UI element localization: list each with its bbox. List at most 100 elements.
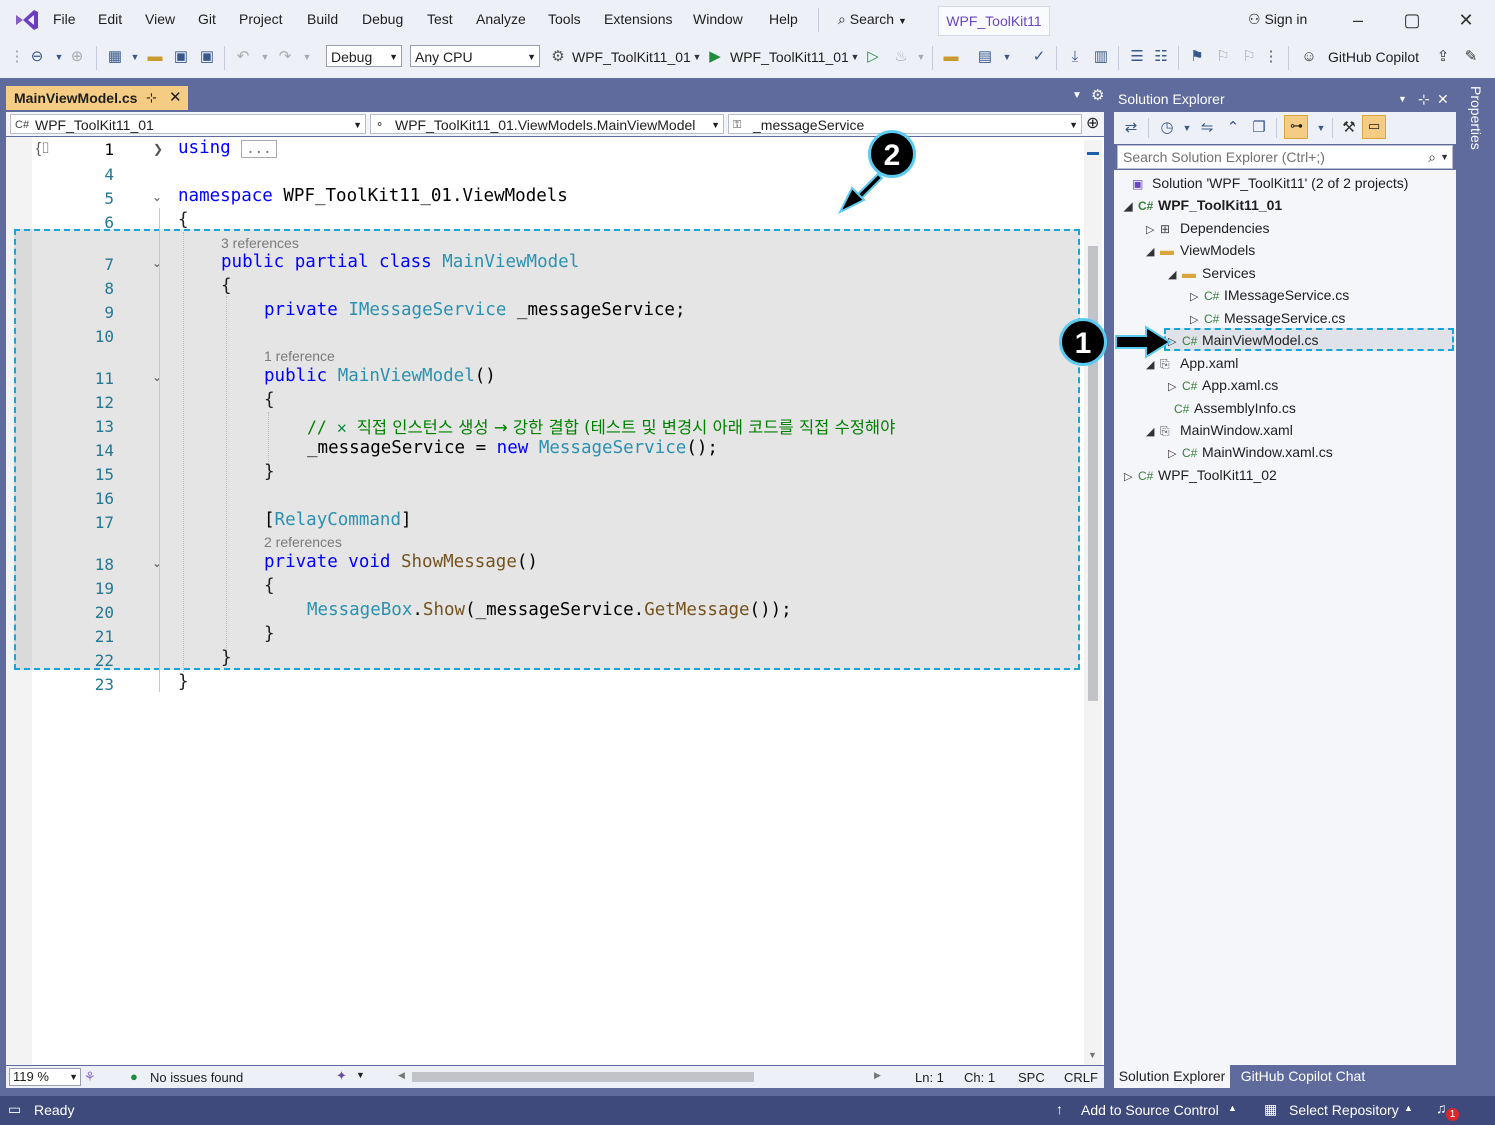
tree-node-assemblyinfo[interactable]: C# AssemblyInfo.cs [1160,400,1296,416]
switch-views-icon[interactable]: ⇄ [1122,119,1140,137]
tree-node-mainwindow-xaml[interactable]: ◢ ⎘ MainWindow.xaml [1146,422,1293,439]
history-icon[interactable]: ◷ [1158,119,1176,137]
tab-list-dropdown-icon[interactable]: ▼ [1072,90,1082,101]
filter-toggle-button[interactable]: ⊶ [1284,115,1308,139]
collapse-region-icon[interactable]: ⌄ [152,370,162,384]
diagnostic-icon[interactable]: ▥ [1092,48,1110,66]
menu-project[interactable]: Project [239,11,283,27]
add-to-source-control-button[interactable]: Add to Source Control [1081,1102,1219,1118]
preview-toggle-button[interactable]: ▭ [1362,115,1386,139]
chevron-down-icon[interactable]: ▼ [1440,146,1449,168]
menu-help[interactable]: Help [769,11,798,27]
collapse-region-icon[interactable]: ⌄ [152,556,162,570]
layout-dropdown-icon[interactable]: ▼ [998,48,1016,66]
open-folder-icon[interactable]: ▬ [146,48,164,66]
project-navigation-select[interactable]: C# WPF_ToolKit11_01 ▼ [10,114,366,134]
close-icon[interactable]: ✕ [169,86,182,110]
feedback-icon[interactable]: ✎ [1462,48,1480,66]
chevron-down-icon[interactable]: ▼ [1398,88,1407,110]
new-dropdown-icon[interactable]: ▼ [126,48,144,66]
new-project-icon[interactable]: ▦ [106,48,124,66]
tree-node-solution[interactable]: ▣ Solution 'WPF_ToolKit11' (2 of 2 projec… [1132,175,1408,191]
next-bookmark-icon[interactable]: ⚐ [1240,48,1258,66]
line-indicator[interactable]: Ln: 1 [915,1070,944,1085]
tree-node-app-xaml-cs[interactable]: ▷ C# App.xaml.cs [1168,377,1278,393]
configuration-select[interactable]: Debug ▼ [326,45,402,67]
navigate-back-icon[interactable]: ⊖ [28,48,46,66]
search-icon[interactable]: ⌕ [1428,146,1436,168]
start-without-debugging-icon[interactable]: ▷ [864,48,882,66]
scroll-left-icon[interactable]: ◀ [398,1070,405,1081]
close-icon[interactable]: ✕ [1437,88,1449,110]
collapse-all-icon[interactable]: ⌃ [1224,119,1242,137]
wrench-icon[interactable]: ⚒ [1340,119,1358,137]
sign-in-button[interactable]: ⚇ Sign in [1248,11,1307,28]
chevron-down-icon[interactable]: ▼ [1178,119,1196,137]
menu-analyze[interactable]: Analyze [476,11,526,27]
platform-select[interactable]: Any CPU ▼ [410,45,540,67]
navigate-forward-icon[interactable]: ⊕ [68,48,86,66]
menu-git[interactable]: Git [198,11,216,27]
line-ending-indicator[interactable]: CRLF [1064,1070,1098,1085]
scroll-right-icon[interactable]: ▶ [874,1070,881,1081]
minimize-button[interactable]: – [1338,6,1378,34]
tree-node-dependencies[interactable]: ▷ ⊞ Dependencies [1146,220,1270,236]
tree-node-project-01[interactable]: ◢ C# WPF_ToolKit11_01 [1124,197,1282,213]
save-icon[interactable]: ▣ [172,48,190,66]
type-navigation-select[interactable]: ⚬ WPF_ToolKit11_01.ViewModels.MainViewMo… [370,114,724,134]
menu-extensions[interactable]: Extensions [604,11,672,27]
expand-region-icon[interactable]: ❯ [153,142,163,156]
gear-icon[interactable]: ⚙ [1091,86,1104,104]
tree-node-messageservice[interactable]: ▷ C# MessageService.cs [1190,310,1345,326]
tree-node-services[interactable]: ◢ ▬ Services [1168,265,1256,281]
collapsed-using-block[interactable]: ... [241,140,277,158]
maximize-button[interactable]: ▢ [1392,6,1432,34]
start-debugging-icon[interactable]: ▶ [706,48,724,66]
menu-test[interactable]: Test [427,11,453,27]
outdent-icon[interactable]: ☷ [1152,48,1170,66]
layout-icon[interactable]: ▤ [976,48,994,66]
menu-debug[interactable]: Debug [362,11,403,27]
chevron-up-icon[interactable]: ▲ [1404,1103,1413,1113]
hot-reload-dropdown-icon[interactable]: ▼ [912,48,930,66]
zoom-select[interactable]: 119 % ▼ [9,1068,81,1086]
code-cleanup-icon[interactable]: ✦ [336,1068,347,1084]
indent-icon[interactable]: ☰ [1128,48,1146,66]
collapse-region-icon[interactable]: ⌄ [152,256,162,270]
prev-bookmark-icon[interactable]: ⚐ [1214,48,1232,66]
menu-tools[interactable]: Tools [548,11,581,27]
notification-bell-icon[interactable]: ♫ [1436,1100,1447,1116]
split-window-icon[interactable]: ⊕ [1086,113,1099,133]
tree-node-imessageservice[interactable]: ▷ C# IMessageService.cs [1190,287,1349,303]
start-debugging-button[interactable]: WPF_ToolKit11_01 [730,49,849,65]
pin-icon[interactable]: ⊹ [146,86,157,110]
codelens-references[interactable]: 2 references [264,534,342,550]
tree-node-viewmodels[interactable]: ◢ ▬ ViewModels [1146,242,1255,258]
chevron-down-icon[interactable]: ▼ [688,48,706,66]
scrollbar-thumb[interactable] [1088,246,1098,701]
column-indicator[interactable]: Ch: 1 [964,1070,995,1085]
member-navigation-select[interactable]: ⚿ _messageService ▼ [728,114,1082,134]
pin-icon[interactable]: ⊹ [1418,88,1430,110]
select-repository-button[interactable]: Select Repository [1289,1102,1399,1118]
solution-folder-icon[interactable]: ▬ [942,48,960,66]
codelens-references[interactable]: 1 reference [264,348,335,364]
bookmark-icon[interactable]: ⚑ [1188,48,1206,66]
chevron-up-icon[interactable]: ▲ [1228,1103,1237,1113]
menu-build[interactable]: Build [307,11,338,27]
codelens-references[interactable]: 3 references [221,235,299,251]
hot-reload-icon[interactable]: ♨ [892,48,910,66]
chevron-down-icon[interactable]: ▼ [1312,119,1330,137]
visual-studio-logo-icon[interactable] [14,8,40,32]
share-icon[interactable]: ⇪ [1434,48,1452,66]
github-copilot-button[interactable]: GitHub Copilot [1328,49,1419,65]
undo-icon[interactable]: ↶ [234,48,252,66]
sync-icon[interactable]: ⇋ [1198,119,1216,137]
menu-file[interactable]: File [53,11,76,27]
issues-status[interactable]: No issues found [150,1070,243,1085]
chevron-down-icon[interactable]: ▼ [846,48,864,66]
chevron-down-icon[interactable]: ▼ [356,1070,365,1080]
back-dropdown-icon[interactable]: ▼ [50,48,68,66]
tab-github-copilot-chat[interactable]: GitHub Copilot Chat [1232,1064,1374,1088]
redo-dropdown-icon[interactable]: ▼ [298,48,316,66]
